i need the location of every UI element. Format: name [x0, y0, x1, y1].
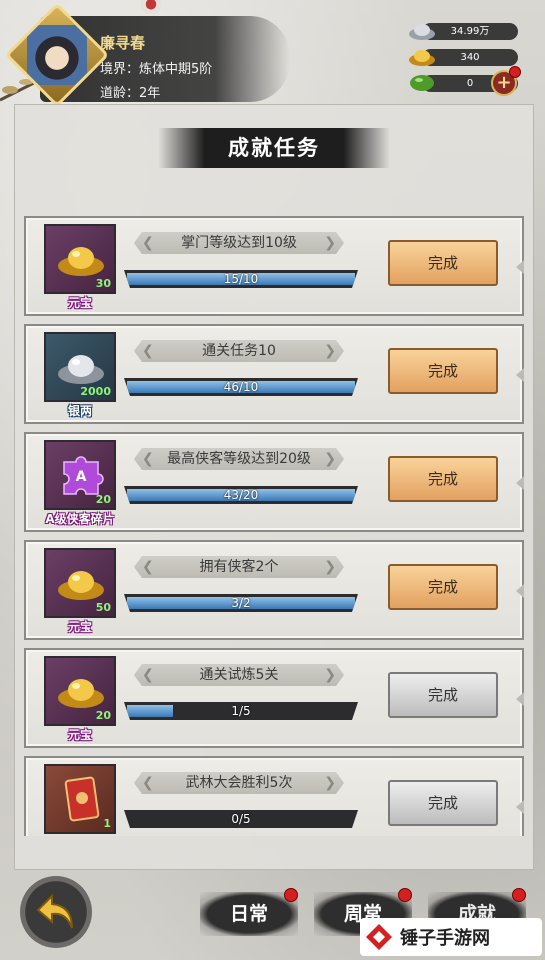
gold-ingot-icon — [58, 571, 104, 600]
silver-amount: 34.99万 — [422, 23, 518, 40]
gold-resource: 340 — [408, 46, 520, 68]
reward-slot[interactable]: A 20 — [44, 440, 116, 510]
task-name: ❮ 通关试炼5关 ❯ — [134, 664, 344, 686]
task-name: ❮ 最高侠客等级达到20级 ❯ — [134, 448, 344, 470]
complete-button[interactable]: 完成 — [388, 240, 498, 286]
jade-icon — [410, 75, 434, 91]
bead-ornament — [140, 0, 162, 14]
gold-ingot-icon — [58, 679, 104, 708]
player-name: 廉寻春 — [100, 34, 146, 52]
svg-text:A: A — [76, 469, 87, 485]
task-row: 20 元宝 ❮ 通关试炼5关 ❯ 1/5 完成 — [24, 648, 524, 748]
complete-button-disabled[interactable]: 完成 — [388, 780, 498, 826]
reward-name: 银两 — [67, 404, 92, 418]
task-name: ❮ 掌门等级达到10级 ❯ — [134, 232, 344, 254]
card-notch — [516, 368, 524, 382]
gold-ingot-icon — [58, 247, 104, 276]
task-name: ❮ 武林大会胜利5次 ❯ — [134, 772, 344, 794]
gold-amount: 340 — [422, 49, 518, 66]
reward-slot[interactable]: 30 — [44, 224, 116, 294]
progress-text: 43/20 — [223, 488, 259, 502]
watermark-text: 锤子手游网 — [400, 928, 490, 949]
panel-title: 成就任务 — [228, 136, 320, 160]
reward-name: 元宝 — [67, 620, 92, 634]
gold-ingot-icon — [409, 50, 435, 66]
progress-bar: 43/20 — [124, 486, 358, 504]
weekly-notification-dot — [398, 888, 412, 902]
task-row: 1 ❮ 武林大会胜利5次 ❯ 0/5 完成 — [24, 756, 524, 836]
progress-bar: 3/2 — [124, 594, 358, 612]
watermark: 锤子手游网 — [360, 918, 542, 956]
task-row: 30 元宝 ❮ 掌门等级达到10级 ❯ 15/10 完成 — [24, 216, 524, 316]
reward-slot[interactable]: 1 — [44, 764, 116, 834]
reward-count: 2000 — [80, 385, 111, 398]
puzzle-fragment-icon: A — [63, 456, 104, 495]
reward-slot[interactable]: 2000 — [44, 332, 116, 402]
reward-name: 元宝 — [67, 296, 92, 310]
complete-button-disabled[interactable]: 完成 — [388, 672, 498, 718]
back-button[interactable] — [20, 876, 92, 948]
progress-text: 1/5 — [231, 704, 251, 718]
progress-bar: 46/10 — [124, 378, 358, 396]
back-arrow-icon — [36, 893, 73, 929]
progress-bar: 15/10 — [124, 270, 358, 288]
progress-text: 0/5 — [231, 812, 251, 826]
panel-title-bar: 成就任务 — [158, 128, 390, 168]
player-age: 道龄：2年 — [100, 86, 161, 101]
complete-button[interactable]: 完成 — [388, 348, 498, 394]
task-name: ❮ 拥有侠客2个 ❯ — [134, 556, 344, 578]
silver-resource: 34.99万 — [408, 20, 520, 42]
red-card-icon — [64, 776, 100, 822]
hammer-logo-icon — [366, 924, 392, 950]
card-notch — [516, 692, 524, 706]
reward-count: 20 — [95, 709, 111, 722]
card-notch — [516, 476, 524, 490]
tab-daily[interactable]: 日常 — [200, 892, 298, 936]
task-name: ❮ 通关任务10 ❯ — [134, 340, 344, 362]
player-header: 廉寻春 境界：炼体中期5阶 道龄：2年 34.99万 340 0 + — [0, 0, 545, 110]
silver-ingot-icon — [409, 24, 435, 40]
player-realm: 境界：炼体中期5阶 — [100, 62, 213, 77]
card-notch — [516, 260, 524, 274]
reward-count: 1 — [103, 817, 111, 830]
progress-text: 3/2 — [231, 596, 251, 610]
progress-text: 15/10 — [223, 272, 259, 286]
reward-count: 20 — [95, 493, 111, 506]
complete-button[interactable]: 完成 — [388, 456, 498, 502]
silver-ingot-icon — [58, 355, 104, 384]
task-row: 2000 银两 ❮ 通关任务10 ❯ 46/10 完成 — [24, 324, 524, 424]
reward-name: 元宝 — [67, 728, 92, 742]
progress-bar: 0/5 — [124, 810, 358, 828]
reward-slot[interactable]: 50 — [44, 548, 116, 618]
progress-bar: 1/5 — [124, 702, 358, 720]
reward-name: A级侠客碎片 — [45, 512, 115, 526]
achievement-notification-dot — [512, 888, 526, 902]
card-notch — [516, 800, 524, 814]
task-row: A 20 A级侠客碎片 ❮ 最高侠客等级达到20级 ❯ 43/20 完成 — [24, 432, 524, 532]
complete-button[interactable]: 完成 — [388, 564, 498, 610]
reward-count: 30 — [95, 277, 111, 290]
progress-text: 46/10 — [223, 380, 259, 394]
reward-count: 50 — [95, 601, 111, 614]
task-list[interactable]: 30 元宝 ❮ 掌门等级达到10级 ❯ 15/10 完成 2000 银两 ❮ 通关任务… — [14, 212, 534, 836]
notification-dot — [509, 66, 521, 78]
daily-notification-dot — [284, 888, 298, 902]
card-notch — [516, 584, 524, 598]
reward-slot[interactable]: 20 — [44, 656, 116, 726]
task-row: 50 元宝 ❮ 拥有侠客2个 ❯ 3/2 完成 — [24, 540, 524, 640]
